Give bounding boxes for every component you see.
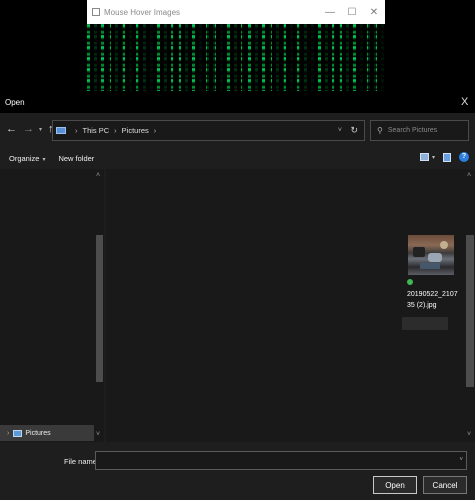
- dialog-titlebar[interactable]: Open X: [0, 91, 475, 113]
- minimize-button[interactable]: —: [319, 7, 341, 18]
- help-icon[interactable]: ?: [459, 152, 469, 162]
- organize-label: Organize: [9, 153, 40, 163]
- navigation-pane: ˄ ˅ › Pictures: [0, 169, 104, 442]
- breadcrumb-separator[interactable]: ›: [154, 126, 157, 135]
- breadcrumb-this-pc[interactable]: This PC: [83, 126, 110, 135]
- background-window-title: Mouse Hover Images: [104, 7, 181, 17]
- content-scroll-down-icon[interactable]: ˅: [467, 431, 471, 438]
- sync-status-icon: [407, 279, 413, 285]
- nav-scroll-up-icon[interactable]: ˄: [96, 172, 100, 179]
- search-placeholder: Search Pictures: [387, 127, 438, 134]
- nav-item-label: Pictures: [25, 429, 51, 437]
- command-bar: Organize ▾ New folder ▾ ?: [0, 147, 475, 169]
- file-name: 20190522_2107 35 (2).jpg: [406, 278, 460, 311]
- cancel-button[interactable]: Cancel: [423, 476, 467, 494]
- breadcrumb-pictures[interactable]: Pictures: [122, 126, 149, 135]
- breadcrumb-separator[interactable]: ›: [114, 126, 117, 135]
- recent-locations-button[interactable]: ▾: [39, 126, 42, 133]
- address-bar[interactable]: › This PC › Pictures › ˅ ↻: [52, 120, 365, 141]
- content-scrollbar-thumb[interactable]: [466, 235, 474, 387]
- background-window-titlebar[interactable]: Mouse Hover Images — ☐ ✕: [87, 0, 385, 24]
- back-button[interactable]: ←: [6, 123, 17, 135]
- matrix-overlay: [87, 24, 385, 92]
- view-controls: ▾ ?: [419, 152, 469, 162]
- organize-caret-icon: ▾: [42, 156, 46, 163]
- file-name-dropdown-icon[interactable]: ˅: [459, 452, 463, 469]
- address-dropdown-button[interactable]: ˅: [338, 127, 342, 134]
- view-options-caret-icon[interactable]: ▾: [432, 154, 435, 161]
- nav-scroll-down-icon[interactable]: ˅: [96, 431, 100, 438]
- change-view-icon[interactable]: [419, 153, 429, 161]
- pictures-folder-icon: [13, 429, 23, 437]
- file-item[interactable]: 20190522_2107 35 (2).jpg: [402, 235, 460, 330]
- file-name-input[interactable]: ˅: [95, 451, 467, 470]
- dialog-footer: File name: ˅ Open Cancel: [0, 442, 475, 500]
- file-name-line1: 20190522_2107: [407, 291, 458, 298]
- image-thumbnail: [408, 235, 454, 275]
- file-item-placeholder: [402, 317, 448, 330]
- expand-chevron-icon[interactable]: ›: [7, 430, 9, 437]
- preview-pane-icon[interactable]: [443, 152, 451, 162]
- search-icon: ⚲: [377, 126, 383, 135]
- breadcrumb-separator[interactable]: ›: [75, 126, 78, 135]
- maximize-button[interactable]: ☐: [341, 7, 363, 18]
- search-box[interactable]: ⚲ Search Pictures: [370, 120, 469, 141]
- this-pc-icon: [56, 127, 66, 134]
- file-name-label: File name:: [64, 457, 100, 466]
- refresh-icon[interactable]: ↻: [350, 125, 358, 136]
- nav-item-pictures[interactable]: › Pictures: [0, 425, 94, 441]
- open-file-dialog: Open X ← → ▾ ↑ › This PC › Pictures › ˅ …: [0, 91, 475, 500]
- dialog-title: Open: [5, 97, 25, 107]
- new-folder-button[interactable]: New folder: [58, 154, 94, 163]
- close-button[interactable]: ✕: [363, 7, 385, 18]
- nav-scrollbar-thumb[interactable]: [96, 235, 103, 382]
- forward-button[interactable]: →: [23, 123, 34, 135]
- navigation-bar: ← → ▾ ↑ › This PC › Pictures › ˅ ↻ ⚲ Sea…: [0, 113, 475, 145]
- app-icon: [92, 8, 100, 16]
- file-list-area[interactable]: ˄ ˅ 20190522_2107 35 (2).jpg: [106, 169, 475, 442]
- content-scroll-up-icon[interactable]: ˄: [467, 172, 471, 179]
- background-app-window: Mouse Hover Images — ☐ ✕: [87, 0, 385, 92]
- organize-button[interactable]: Organize ▾: [9, 154, 45, 163]
- open-button[interactable]: Open: [373, 476, 417, 494]
- file-name-line2: 35 (2).jpg: [407, 302, 437, 309]
- dialog-close-button[interactable]: X: [461, 96, 475, 108]
